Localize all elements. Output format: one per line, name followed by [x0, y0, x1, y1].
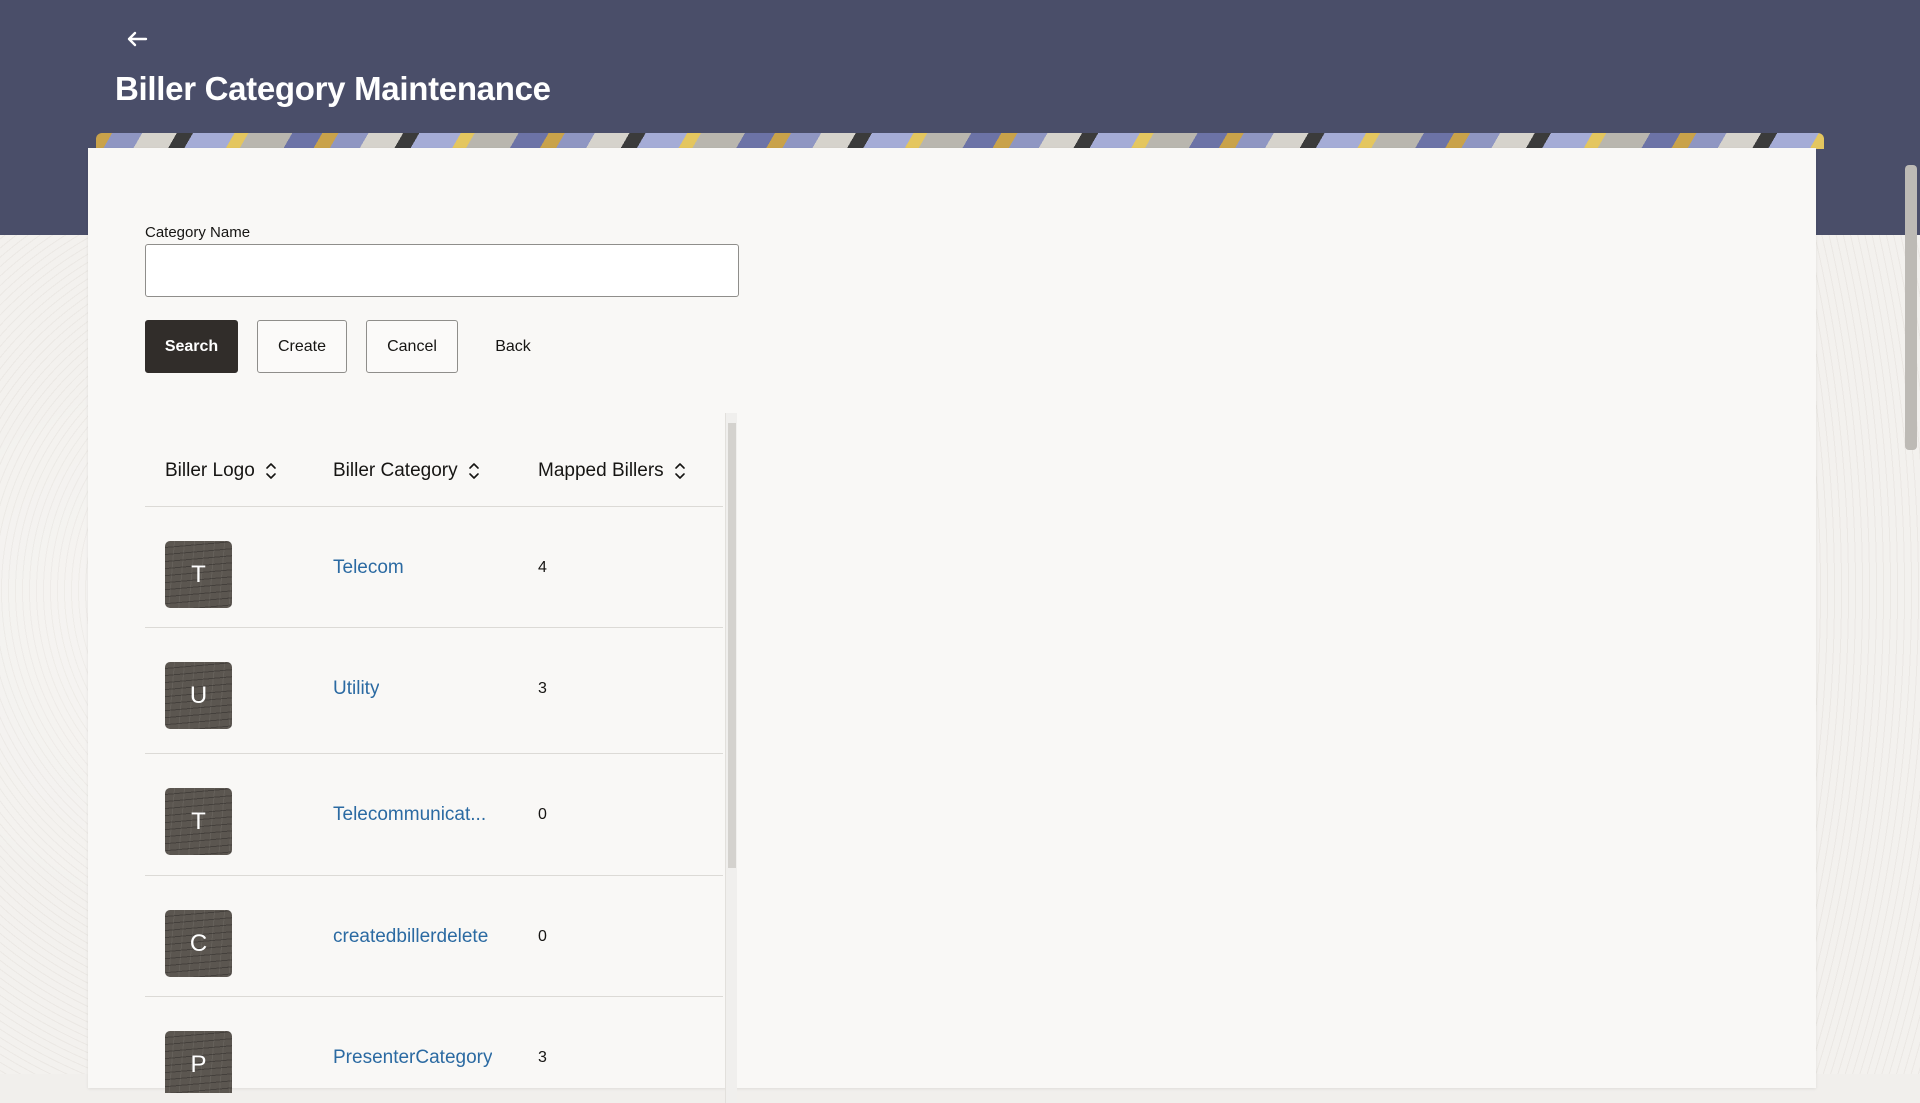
biller-category-link[interactable]: PresenterCategory	[333, 1047, 492, 1069]
search-button[interactable]: Search	[145, 320, 238, 373]
table-scrollbar[interactable]	[725, 413, 737, 1103]
sort-icon[interactable]	[468, 462, 482, 480]
mapped-billers-count: 3	[538, 680, 547, 697]
table-row: U Utility 3	[145, 628, 723, 754]
table-scrollbar-thumb[interactable]	[728, 423, 736, 868]
decorative-pattern-strip	[96, 133, 1824, 149]
cancel-button[interactable]: Cancel	[366, 320, 458, 373]
biller-logo: C	[165, 910, 232, 977]
back-arrow-icon[interactable]	[122, 24, 152, 54]
table-header: Biller Logo Biller Category Mapped Bille…	[145, 403, 723, 507]
biller-category-table: Biller Logo Biller Category Mapped Bille…	[145, 403, 735, 1093]
biller-category-link[interactable]: Telecommunicat...	[333, 804, 486, 826]
table-row: P PresenterCategory 3	[145, 997, 723, 1093]
category-name-label: Category Name	[145, 224, 251, 241]
table-row: T Telecom 4	[145, 507, 723, 628]
arrow-left-icon	[127, 31, 148, 47]
biller-logo: P	[165, 1031, 232, 1093]
mapped-billers-count: 4	[538, 559, 547, 576]
biller-category-link[interactable]: createdbillerdelete	[333, 926, 488, 948]
page-scrollbar-thumb[interactable]	[1905, 165, 1917, 450]
biller-logo: T	[165, 788, 232, 855]
category-name-input[interactable]	[145, 244, 739, 297]
mapped-billers-count: 3	[538, 1049, 547, 1066]
column-header-mapped-billers[interactable]: Mapped Billers	[538, 460, 688, 482]
biller-category-link[interactable]: Telecom	[333, 557, 404, 579]
page-title: Biller Category Maintenance	[115, 70, 551, 107]
table-row: C createdbillerdelete 0	[145, 876, 723, 997]
mapped-billers-count: 0	[538, 928, 547, 945]
mapped-billers-count: 0	[538, 806, 547, 823]
column-header-biller-category[interactable]: Biller Category	[333, 460, 482, 482]
table-row: T Telecommunicat... 0	[145, 754, 723, 876]
back-button[interactable]: Back	[477, 320, 549, 373]
biller-logo: T	[165, 541, 232, 608]
sort-icon[interactable]	[265, 462, 279, 480]
column-header-biller-logo[interactable]: Biller Logo	[165, 460, 279, 482]
sort-icon[interactable]	[674, 462, 688, 480]
create-button[interactable]: Create	[257, 320, 347, 373]
main-card: Category Name Search Create Cancel Back …	[88, 148, 1816, 1103]
biller-logo: U	[165, 662, 232, 729]
biller-category-link[interactable]: Utility	[333, 678, 379, 700]
